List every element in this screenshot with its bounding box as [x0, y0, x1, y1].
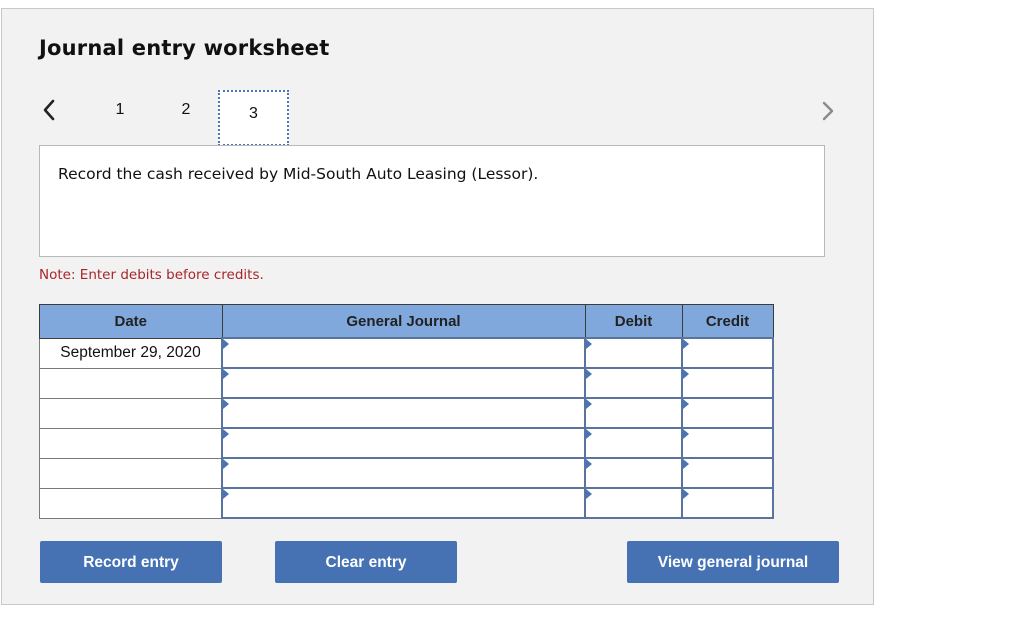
chevron-right-icon	[822, 101, 834, 121]
dropdown-marker-icon	[683, 399, 689, 409]
view-general-journal-button[interactable]: View general journal	[627, 541, 839, 583]
table-row	[39, 427, 774, 459]
table-row	[39, 397, 774, 429]
journal-entry-table: Date General Journal Debit Credit Septem…	[39, 304, 774, 519]
dropdown-marker-icon	[223, 459, 229, 469]
debit-input[interactable]	[586, 340, 681, 366]
date-cell	[39, 367, 223, 399]
general-journal-cell	[221, 427, 586, 459]
page-title: Journal entry worksheet	[39, 36, 330, 60]
table-row	[39, 457, 774, 489]
credit-cell	[681, 457, 774, 489]
dropdown-marker-icon	[586, 489, 592, 499]
dropdown-marker-icon	[586, 459, 592, 469]
debit-cell	[584, 367, 683, 399]
debit-input[interactable]	[586, 370, 681, 396]
date-cell	[39, 487, 223, 519]
step-tab-1[interactable]: 1	[110, 101, 130, 119]
instruction-text: Record the cash received by Mid-South Au…	[58, 165, 539, 183]
general-journal-input[interactable]	[223, 340, 584, 366]
general-journal-cell	[221, 487, 586, 519]
previous-button[interactable]	[38, 93, 62, 127]
dropdown-marker-icon	[683, 339, 689, 349]
general-journal-input[interactable]	[223, 370, 584, 396]
journal-worksheet-panel: Journal entry worksheet 1 2 3 Record the…	[1, 8, 874, 605]
dropdown-marker-icon	[683, 429, 689, 439]
step-tab-2[interactable]: 2	[176, 101, 196, 119]
dropdown-marker-icon	[586, 399, 592, 409]
dropdown-marker-icon	[223, 489, 229, 499]
step-tab-3-active[interactable]: 3	[218, 90, 289, 146]
credit-input[interactable]	[683, 490, 772, 516]
credit-input[interactable]	[683, 460, 772, 486]
column-header-date: Date	[39, 304, 223, 339]
dropdown-marker-icon	[586, 339, 592, 349]
credit-input[interactable]	[683, 400, 772, 426]
table-row: September 29, 2020	[39, 337, 774, 369]
dropdown-marker-icon	[223, 339, 229, 349]
credit-cell	[681, 337, 774, 369]
column-header-credit: Credit	[681, 304, 774, 339]
record-entry-button[interactable]: Record entry	[40, 541, 222, 583]
table-header-row: Date General Journal Debit Credit	[39, 304, 774, 339]
dropdown-marker-icon	[223, 429, 229, 439]
credit-cell	[681, 397, 774, 429]
general-journal-cell	[221, 367, 586, 399]
table-row	[39, 367, 774, 399]
credit-input[interactable]	[683, 370, 772, 396]
general-journal-cell	[221, 337, 586, 369]
credit-input[interactable]	[683, 430, 772, 456]
date-cell	[39, 427, 223, 459]
debit-cell	[584, 427, 683, 459]
general-journal-input[interactable]	[223, 400, 584, 426]
credit-cell	[681, 427, 774, 459]
debit-cell	[584, 487, 683, 519]
dropdown-marker-icon	[683, 369, 689, 379]
general-journal-cell	[221, 397, 586, 429]
dropdown-marker-icon	[223, 369, 229, 379]
credit-cell	[681, 367, 774, 399]
credit-cell	[681, 487, 774, 519]
debit-cell	[584, 397, 683, 429]
column-header-general-journal: General Journal	[221, 304, 586, 339]
next-button[interactable]	[816, 96, 840, 126]
instruction-box: Record the cash received by Mid-South Au…	[39, 145, 825, 257]
credit-input[interactable]	[683, 340, 772, 366]
table-row	[39, 487, 774, 519]
date-cell: September 29, 2020	[39, 337, 223, 369]
debit-cell	[584, 457, 683, 489]
debit-cell	[584, 337, 683, 369]
date-cell	[39, 457, 223, 489]
general-journal-input[interactable]	[223, 430, 584, 456]
general-journal-input[interactable]	[223, 490, 584, 516]
debit-input[interactable]	[586, 490, 681, 516]
dropdown-marker-icon	[683, 489, 689, 499]
note-text: Note: Enter debits before credits.	[39, 267, 264, 283]
dropdown-marker-icon	[683, 459, 689, 469]
dropdown-marker-icon	[586, 429, 592, 439]
dropdown-marker-icon	[223, 399, 229, 409]
date-cell	[39, 397, 223, 429]
debit-input[interactable]	[586, 430, 681, 456]
dropdown-marker-icon	[586, 369, 592, 379]
clear-entry-button[interactable]: Clear entry	[275, 541, 457, 583]
debit-input[interactable]	[586, 460, 681, 486]
general-journal-input[interactable]	[223, 460, 584, 486]
general-journal-cell	[221, 457, 586, 489]
column-header-debit: Debit	[584, 304, 683, 339]
debit-input[interactable]	[586, 400, 681, 426]
chevron-left-icon	[43, 99, 55, 121]
